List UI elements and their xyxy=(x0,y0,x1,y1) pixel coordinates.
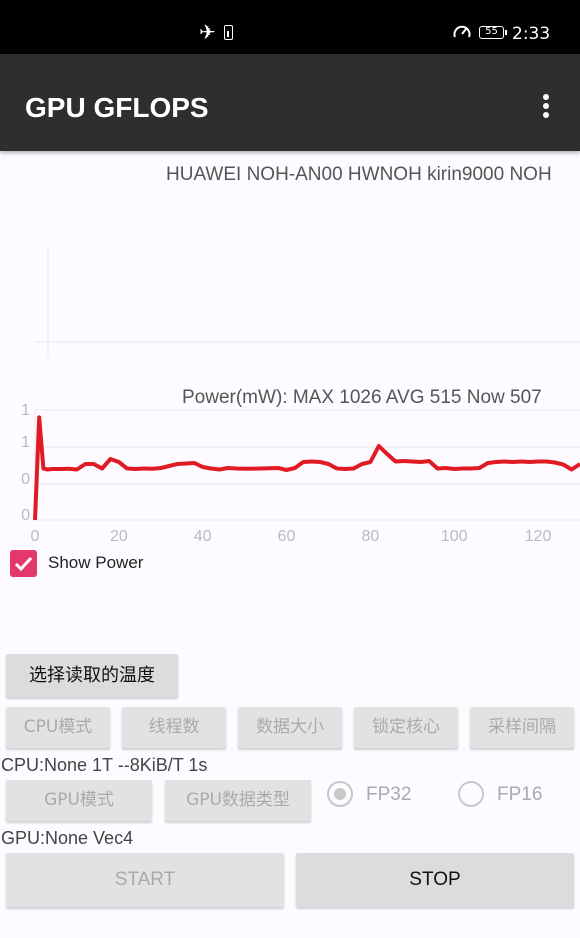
stop-button[interactable]: STOP xyxy=(296,853,574,907)
power-chart: 0011 0 20 40 60 80 100 120 xyxy=(21,248,580,545)
y-tick-label: 1 xyxy=(21,434,30,451)
power-series-line xyxy=(33,415,580,521)
cpu-info: CPU:None 1T --8KiB/T 1s xyxy=(1,755,208,775)
show-power-label: Show Power xyxy=(48,553,144,572)
status-time: 2:33 xyxy=(512,24,551,44)
power-summary: Power(mW): MAX 1026 AVG 515 Now 507 xyxy=(182,387,542,408)
app-title: GPU GFLOPS xyxy=(25,92,209,123)
thread-count-button[interactable]: 线程数 xyxy=(122,707,226,748)
battery-icon: 55 xyxy=(479,26,504,39)
fp32-label: FP32 xyxy=(366,784,412,805)
sample-interval-button[interactable]: 采样间隔 xyxy=(470,707,574,748)
battery-tip xyxy=(505,30,507,35)
x-tick-label: 20 xyxy=(110,528,128,545)
show-power-checkbox[interactable] xyxy=(10,550,37,577)
speed-icon xyxy=(453,25,471,38)
fp32-radio[interactable] xyxy=(327,781,353,807)
fp16-radio[interactable] xyxy=(458,781,484,807)
gpu-mode-button[interactable]: GPU模式 xyxy=(6,780,152,821)
fp16-label: FP16 xyxy=(497,784,543,805)
y-tick-label: 0 xyxy=(21,507,30,524)
lock-core-button[interactable]: 锁定核心 xyxy=(354,707,458,748)
x-tick-label: 100 xyxy=(441,528,468,545)
app-bar: GPU GFLOPS xyxy=(0,54,580,151)
x-tick-label: 60 xyxy=(278,528,296,545)
y-tick-label: 0 xyxy=(21,471,30,488)
airplane-mode-icon: ✈ xyxy=(199,20,216,44)
x-tick-label: 0 xyxy=(31,528,40,545)
x-tick-label: 80 xyxy=(361,528,379,545)
x-tick-label: 120 xyxy=(525,528,552,545)
battery-saver-icon xyxy=(224,25,233,40)
status-bar: ✈ 55 2:33 xyxy=(0,0,580,54)
cpu-mode-button[interactable]: CPU模式 xyxy=(6,707,110,748)
select-temperature-button[interactable]: 选择读取的温度 xyxy=(6,654,178,697)
x-tick-label: 40 xyxy=(194,528,212,545)
more-vertical-icon[interactable] xyxy=(536,94,556,124)
y-tick-label: 1 xyxy=(21,402,30,419)
start-button[interactable]: START xyxy=(6,853,284,907)
gpu-info: GPU:None Vec4 xyxy=(1,828,134,848)
gpu-data-type-button[interactable]: GPU数据类型 xyxy=(165,780,311,821)
checkmark-icon xyxy=(14,556,33,572)
data-size-button[interactable]: 数据大小 xyxy=(238,707,342,748)
